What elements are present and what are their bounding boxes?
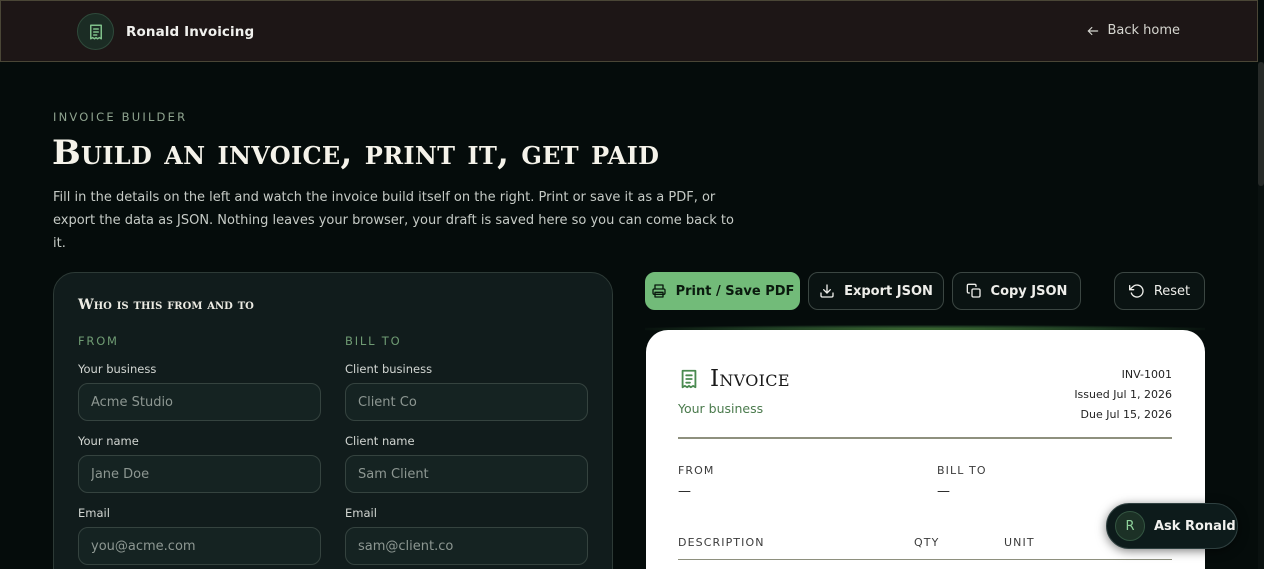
avatar: R (1115, 511, 1145, 541)
print-save-pdf-button[interactable]: Print / Save PDF (645, 272, 800, 310)
bill-to-section-label: BILL TO (345, 334, 402, 348)
page-description: Fill in the details on the left and watc… (53, 190, 734, 251)
your-name-input[interactable] (78, 455, 321, 493)
arrow-left-icon (1088, 26, 1099, 35)
client-name-label: Client name (345, 434, 415, 448)
invoice-issued: Issued Jul 1, 2026 (1074, 388, 1172, 401)
from-section-label: FROM (78, 334, 119, 348)
column-unit: UNIT (1004, 536, 1035, 549)
column-qty: QTY (914, 536, 940, 549)
invoice-business: Your business (678, 401, 764, 416)
copy-json-label: Copy JSON (990, 283, 1068, 299)
invoice-meta: INV-1001 Issued Jul 1, 2026 Due Jul 15, … (1074, 365, 1172, 425)
reset-button[interactable]: Reset (1114, 272, 1205, 310)
ask-ronald-button[interactable]: R Ask Ronald (1106, 503, 1238, 549)
your-email-input[interactable] (78, 527, 321, 565)
client-email-input[interactable] (345, 527, 588, 565)
your-email-label: Email (78, 506, 110, 520)
invoice-number: INV-1001 (1121, 368, 1172, 381)
client-business-label: Client business (345, 362, 433, 376)
reset-label: Reset (1153, 283, 1191, 299)
copy-json-button[interactable]: Copy JSON (952, 272, 1081, 310)
back-home-link[interactable]: Back home (1086, 23, 1180, 38)
invoice-bill-to-value: — (937, 484, 950, 499)
copy-icon (966, 283, 981, 298)
top-bar: Ronald Invoicing Back home (0, 0, 1258, 62)
brand[interactable]: Ronald Invoicing (77, 13, 254, 50)
print-save-pdf-label: Print / Save PDF (675, 283, 795, 299)
receipt-icon (77, 13, 114, 50)
invoice-from-label: FROM (678, 464, 715, 477)
invoice-divider (678, 437, 1172, 439)
column-description: DESCRIPTION (678, 536, 765, 549)
invoice-from-value: — (678, 484, 691, 499)
form-heading: Who is this from and to (78, 297, 254, 313)
scrollbar-thumb[interactable] (1258, 62, 1264, 186)
download-icon (820, 284, 834, 298)
your-name-label: Your name (78, 434, 139, 448)
export-json-label: Export JSON (844, 283, 933, 299)
your-business-input[interactable] (78, 383, 321, 421)
client-business-input[interactable] (345, 383, 588, 421)
invoice-due: Due Jul 15, 2026 (1080, 408, 1172, 421)
printer-icon (651, 284, 666, 298)
parties-form-card: Who is this from and to FROM BILL TO You… (53, 272, 613, 569)
client-email-label: Email (345, 506, 377, 520)
receipt-icon (681, 369, 697, 389)
back-home-label: Back home (1107, 23, 1180, 38)
eyebrow: INVOICE BUILDER (53, 110, 188, 124)
page-title: Build an invoice, print it, get paid (52, 133, 660, 173)
invoice-title: Invoice (710, 366, 790, 392)
invoice-title-row: Invoice (678, 366, 790, 392)
export-json-button[interactable]: Export JSON (808, 272, 944, 310)
your-business-label: Your business (78, 362, 157, 376)
brand-name: Ronald Invoicing (126, 23, 255, 40)
reset-icon (1128, 284, 1144, 298)
invoice-table-divider (678, 559, 1172, 560)
client-name-input[interactable] (345, 455, 588, 493)
ask-ronald-label: Ask Ronald (1154, 518, 1236, 534)
invoice-bill-to-label: BILL TO (937, 464, 987, 477)
